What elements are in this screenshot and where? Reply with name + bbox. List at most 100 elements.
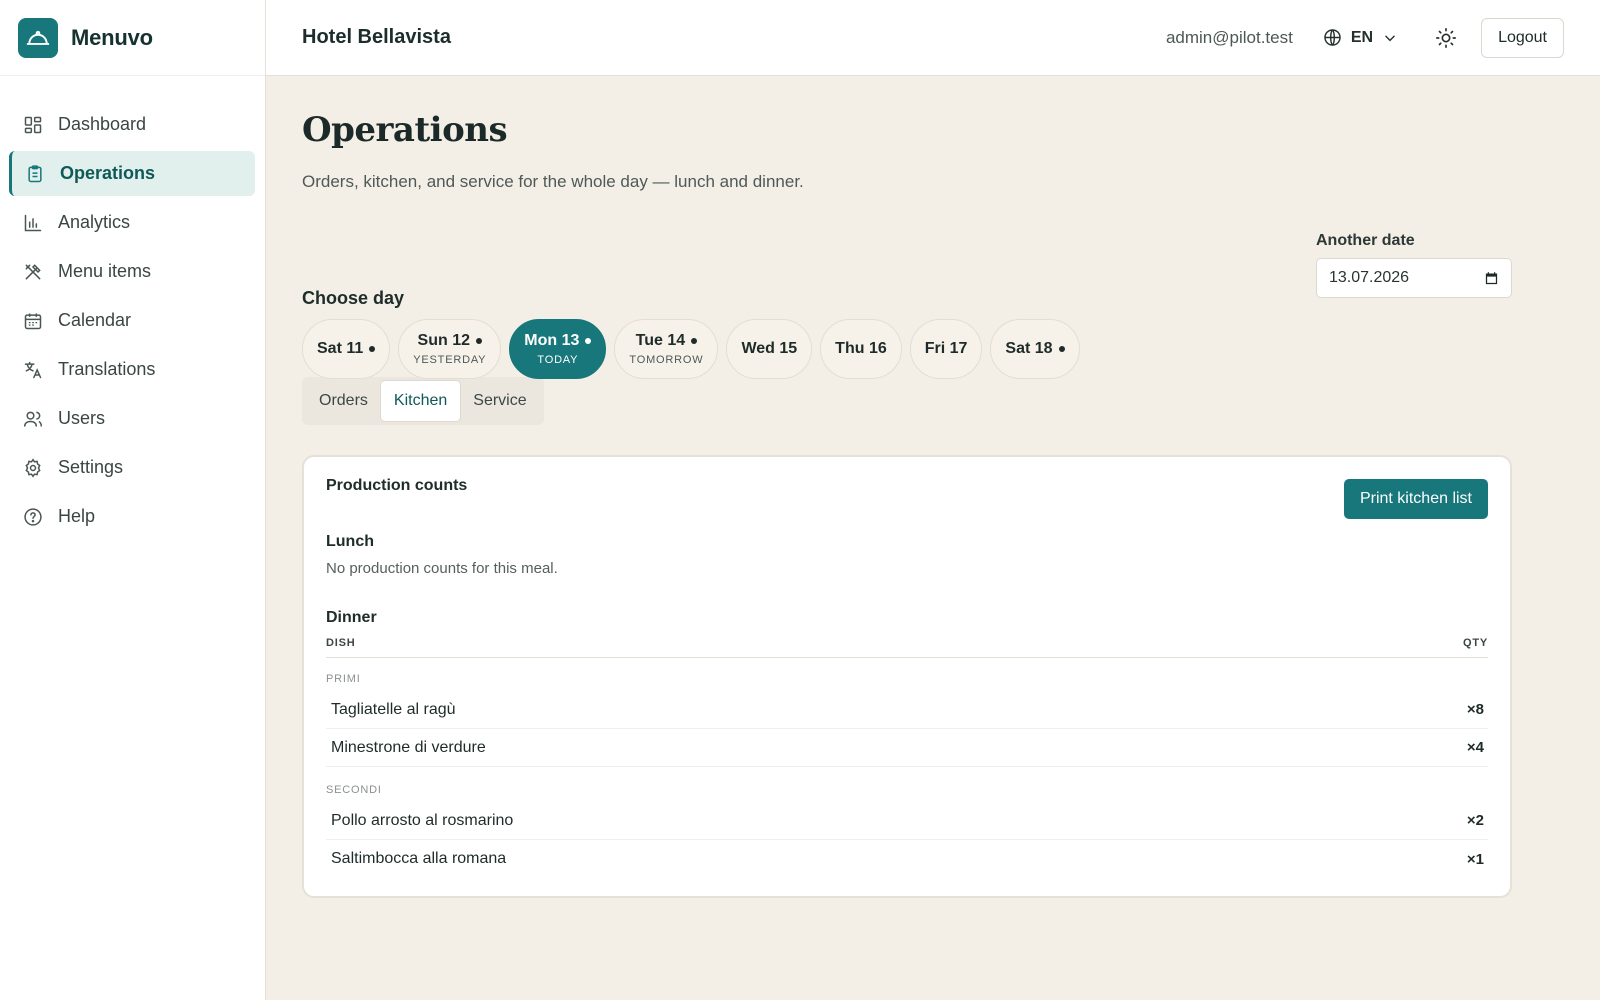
sidebar-item-analytics[interactable]: Analytics (9, 200, 255, 245)
meal-empty-message: No production counts for this meal. (326, 560, 558, 577)
day-pill-wed-15[interactable]: Wed 15 (726, 319, 813, 379)
tab-orders[interactable]: Orders (306, 381, 381, 421)
sidebar-item-translations[interactable]: Translations (9, 347, 255, 392)
column-qty: QTY (1462, 637, 1488, 649)
day-pill-text: Fri 17 (924, 340, 968, 357)
tab-kitchen[interactable]: Kitchen (380, 381, 461, 421)
page-title: Operations (302, 110, 508, 150)
day-pill-text: Sun 12 (417, 332, 470, 349)
day-pill-sat-11[interactable]: Sat 11 (302, 319, 391, 379)
hotel-name: Hotel Bellavista (302, 26, 451, 48)
user-email: admin@pilot.test (1165, 27, 1293, 47)
sidebar-item-label: Dashboard (58, 114, 147, 134)
day-pill-text: Wed 15 (741, 340, 798, 357)
users-icon (22, 408, 44, 430)
meal-title-lunch: Lunch (326, 533, 374, 550)
day-pill-thu-16[interactable]: Thu 16 (820, 319, 902, 379)
day-pill-label: Wed 15 (741, 340, 797, 358)
day-pill-tue-14[interactable]: Tue 14 TOMORROW (614, 319, 719, 379)
gear-icon (22, 457, 44, 479)
dish-name: Pollo arrosto al rosmarino (331, 811, 514, 829)
cloche-icon (18, 17, 58, 58)
sidebar-item-users[interactable]: Users (9, 396, 255, 441)
dish-qty: ×8 (1466, 701, 1484, 718)
day-pill-label: Thu 16 (835, 340, 887, 358)
sidebar-item-calendar[interactable]: Calendar (9, 298, 255, 343)
sidebar-item-label: Users (58, 408, 106, 428)
main-content: Operations Orders, kitchen, and service … (302, 76, 1512, 898)
meal-title-dinner: Dinner (326, 609, 377, 626)
sidebar-nav: Dashboard Operations Analytics Menu item… (0, 76, 265, 539)
sidebar-item-help[interactable]: Help (9, 494, 255, 539)
header-actions: admin@pilot.test EN Logout (1165, 17, 1600, 58)
clipboard-icon (24, 163, 46, 185)
sidebar-item-label: Analytics (58, 212, 131, 232)
sidebar-item-label: Settings (58, 457, 124, 477)
view-tabs: Orders Kitchen Service (302, 377, 544, 425)
brand[interactable]: Menuvo (0, 0, 265, 76)
dish-qty: ×4 (1466, 739, 1484, 756)
sidebar-item-menu-items[interactable]: Menu items (9, 249, 255, 294)
dish-name: Tagliatelle al ragù (331, 700, 456, 718)
day-pills: Sat 11 Sun 12 YESTERDAY Mon 13 TODAY Tue… (302, 319, 1088, 379)
utensils-icon (22, 261, 44, 283)
date-value: 13.07.2026 (1329, 269, 1410, 286)
sidebar-item-label: Menu items (58, 261, 152, 281)
sidebar-item-label: Operations (60, 163, 156, 183)
sidebar-item-label: Help (58, 506, 96, 526)
day-pill-sub: TODAY (537, 354, 579, 366)
print-kitchen-list-button[interactable]: Print kitchen list (1343, 479, 1488, 519)
logout-button[interactable]: Logout (1481, 17, 1564, 58)
language-selector[interactable]: EN (1323, 28, 1397, 47)
calendar-icon[interactable] (1484, 271, 1499, 286)
production-counts-card: Production counts Print kitchen list Lun… (302, 455, 1512, 898)
translate-icon (22, 359, 44, 381)
page-subtitle: Orders, kitchen, and service for the who… (302, 172, 804, 191)
day-pill-text: Sat 11 (317, 340, 364, 357)
has-orders-dot (691, 338, 698, 344)
day-pill-label: Tue 14 (636, 332, 698, 350)
globe-icon (1323, 28, 1342, 47)
day-pill-sat-18[interactable]: Sat 18 (990, 319, 1080, 379)
category-label: PRIMI (326, 673, 361, 685)
day-pill-mon-13[interactable]: Mon 13 TODAY (509, 319, 607, 379)
day-pill-text: Tue 14 (635, 332, 686, 349)
day-pill-label: Fri 17 (925, 340, 968, 358)
table-row: Tagliatelle al ragù ×8 (326, 691, 1488, 729)
bar-chart-icon (22, 212, 44, 234)
help-icon (22, 506, 44, 528)
day-pill-text: Thu 16 (835, 340, 887, 357)
day-pill-sub: YESTERDAY (413, 354, 487, 366)
date-input[interactable]: 13.07.2026 (1316, 258, 1512, 298)
sidebar-item-operations[interactable]: Operations (9, 151, 255, 196)
sun-icon[interactable] (1435, 27, 1457, 49)
day-selector: Choose day Another date 13.07.2026 Sat 1… (302, 192, 1512, 379)
dish-name: Minestrone di verdure (331, 738, 486, 756)
category-label: SECONDI (326, 784, 382, 796)
dashboard-icon (22, 114, 44, 136)
tab-service[interactable]: Service (460, 381, 539, 421)
day-pill-sun-12[interactable]: Sun 12 YESTERDAY (398, 319, 502, 379)
choose-day-label: Choose day (302, 288, 405, 308)
sidebar-item-settings[interactable]: Settings (9, 445, 255, 490)
day-pill-sub: TOMORROW (629, 354, 704, 366)
sidebar-item-dashboard[interactable]: Dashboard (9, 102, 255, 147)
calendar-icon (22, 310, 44, 332)
day-pill-label: Sat 18 (1005, 340, 1065, 358)
card-title: Production counts (326, 477, 468, 494)
brand-name: Menuvo (71, 24, 153, 50)
table-row: Saltimbocca alla romana ×1 (326, 840, 1488, 878)
dish-name: Saltimbocca alla romana (331, 850, 507, 867)
has-orders-dot (585, 338, 592, 344)
top-header: Hotel Bellavista admin@pilot.test EN Log… (266, 0, 1600, 76)
another-date: Another date 13.07.2026 (1316, 232, 1512, 298)
sidebar: Menuvo Dashboard Operations Analytics Me… (0, 0, 266, 1000)
day-pill-fri-17[interactable]: Fri 17 (909, 319, 983, 379)
dish-qty: ×2 (1466, 812, 1484, 829)
column-dish: DISH (326, 637, 356, 649)
table-row: Pollo arrosto al rosmarino ×2 (326, 802, 1488, 840)
day-pill-label: Mon 13 (524, 332, 592, 350)
table-header: DISH QTY (326, 637, 1488, 658)
chevron-down-icon (1383, 31, 1397, 45)
language-code: EN (1350, 28, 1374, 46)
